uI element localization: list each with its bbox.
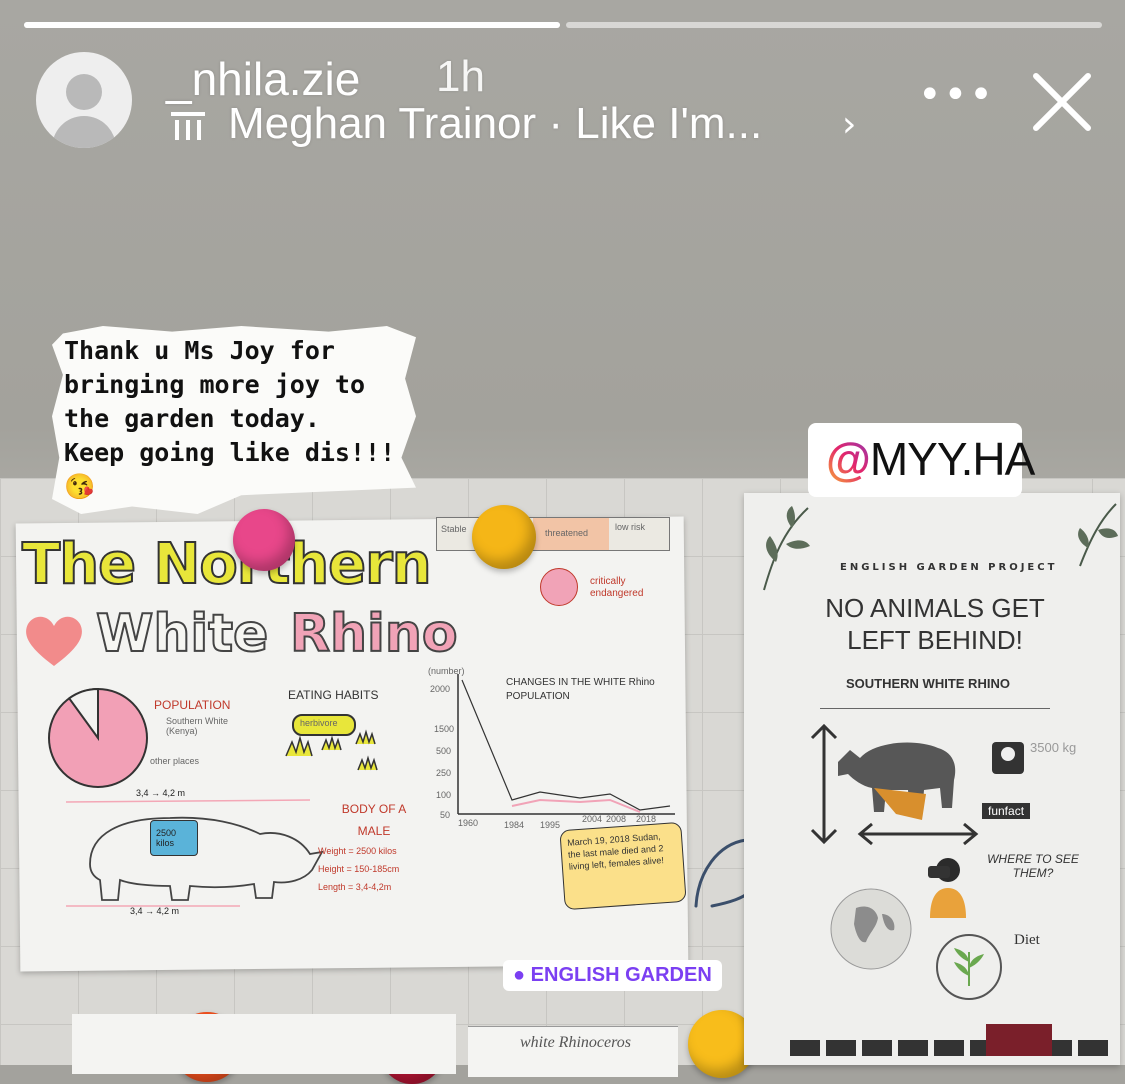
- yellow-pin: [472, 505, 536, 569]
- rhino-photo: [838, 742, 956, 820]
- weight-tag-label: 2500 kilos: [156, 828, 177, 848]
- chart-title: CHANGES IN THE WHITE Rhino POPULATION: [506, 677, 655, 702]
- location-label: ENGLISH GARDEN: [530, 964, 712, 986]
- pink-pin: [233, 509, 295, 571]
- divider: [820, 708, 1050, 709]
- avatar-head: [66, 74, 102, 110]
- chart-xtick: 2008: [606, 814, 627, 824]
- poster2-subtitle: SOUTHERN WHITE RHINO: [846, 676, 1010, 691]
- poster-title-white: White: [95, 603, 269, 665]
- poster2-headline: NO ANIMALS GET LEFT BEHIND!: [790, 592, 1080, 656]
- chart-xtick: 2004: [582, 814, 603, 824]
- bottom-paper-left: [72, 1014, 456, 1074]
- length-top-label: 3,4 → 4,2 m: [136, 788, 186, 798]
- length-arrow-icon: [857, 822, 979, 846]
- avatar[interactable]: [36, 52, 132, 148]
- where-to-see-label: WHERE TO SEE THEM?: [987, 852, 1079, 880]
- headline-line-2: LEFT BEHIND!: [847, 625, 1023, 655]
- marker-scribble: [694, 838, 752, 908]
- chart-ytick: 100: [436, 790, 452, 800]
- diet-label: Diet: [1014, 932, 1040, 948]
- plant-icon: [936, 934, 1002, 1000]
- story-progress-bar-1: [24, 22, 560, 28]
- caption-line: Keep going like dis!!!: [64, 438, 396, 467]
- chart-ytick: 2000: [430, 684, 451, 694]
- chart-ytick: 1500: [434, 724, 455, 734]
- male-height: Height = 150-185cm: [318, 864, 400, 874]
- sudan-note-text: March 19, 2018 Sudan, the last male died…: [566, 831, 665, 872]
- caption-line: the garden today.: [64, 404, 320, 433]
- explorer-icon: [928, 858, 966, 918]
- username[interactable]: _nhila.zie: [166, 52, 360, 106]
- length-bottom-label: 3,4 → 4,2 m: [130, 906, 180, 916]
- eating-habits-label: EATING HABITS: [288, 688, 379, 702]
- status-threatened: threatened: [545, 528, 589, 538]
- population-pie-chart: [48, 687, 148, 788]
- male-length: Length = 3,4-4,2m: [318, 882, 392, 892]
- caption-line: bringing more joy to: [64, 370, 366, 399]
- post-time: 1h: [436, 52, 485, 101]
- close-icon[interactable]: [1030, 70, 1094, 134]
- poster2-weight: 3500 kg: [1030, 740, 1077, 755]
- body-of-male-label: BODY OF A MALE: [341, 802, 407, 838]
- location-pin-icon: ●: [513, 964, 526, 986]
- chart-line-highlight: [511, 798, 641, 813]
- funfact-label: funfact: [982, 803, 1031, 819]
- status-stable: Stable: [441, 524, 467, 534]
- poster-title-line-1: The Northern: [21, 531, 433, 598]
- scale-icon: [992, 742, 1024, 774]
- population-label: POPULATION: [154, 698, 231, 712]
- population-legend-1: Southern White (Kenya): [166, 716, 229, 736]
- mention-label[interactable]: @MYY.HA: [826, 432, 1035, 486]
- chart-ytick: 500: [436, 746, 452, 756]
- status-low-risk: low risk: [615, 522, 646, 532]
- more-options-icon[interactable]: •••: [918, 72, 995, 118]
- progress-fill: [24, 22, 560, 28]
- chevron-right-icon[interactable]: ›: [842, 104, 856, 145]
- location-sticker[interactable]: ● ENGLISH GARDEN: [503, 960, 722, 991]
- chart-ytick: 250: [436, 768, 452, 778]
- leaf-decoration-right: [1078, 503, 1118, 567]
- story-progress-bar-2: [566, 22, 1102, 28]
- population-legend-2: other places: [150, 756, 200, 766]
- grass-drawing: [285, 729, 378, 771]
- status-badge-label: critically endangered: [590, 576, 644, 599]
- avatar-body: [52, 116, 116, 148]
- chart-xtick: 1984: [504, 820, 525, 830]
- caption-sticker[interactable]: Thank u Ms Joy for bringing more joy to …: [52, 326, 416, 514]
- heart-icon: [22, 612, 86, 668]
- sudan-note: March 19, 2018 Sudan, the last male died…: [559, 821, 687, 911]
- status-bar-strip: [790, 1040, 1110, 1056]
- leaf-decoration-left: [763, 506, 810, 591]
- headline-line-1: NO ANIMALS GET: [825, 593, 1045, 623]
- project-label: ENGLISH GARDEN PROJECT: [840, 562, 1058, 573]
- mention-handle: MYY.HA: [869, 433, 1035, 485]
- chart-ylabel: (number): [428, 666, 465, 676]
- poster-title-rhino: Rhino: [289, 603, 459, 665]
- chart-xtick: 2018: [636, 814, 657, 824]
- chart-xtick: 1995: [540, 820, 561, 830]
- music-bars-icon: [171, 112, 205, 140]
- chart-ytick: 50: [440, 810, 451, 820]
- caption-line: Thank u Ms Joy for: [64, 336, 335, 365]
- chart-xtick: 1960: [458, 818, 479, 828]
- bottom-strip-text: white Rhinoceros: [520, 1034, 631, 1051]
- male-weight: Weight = 2500 kilos: [318, 846, 397, 856]
- globe-icon: [830, 888, 912, 970]
- endangered-badge: [986, 1024, 1052, 1056]
- threads-icon: @: [826, 433, 871, 485]
- music-label[interactable]: Meghan Trainor · Like I'm...: [228, 99, 762, 149]
- status-badge: [540, 568, 578, 606]
